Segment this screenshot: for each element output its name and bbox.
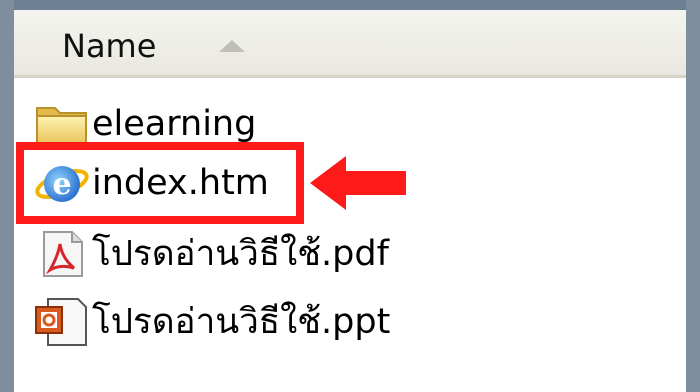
sort-ascending-icon — [219, 40, 245, 52]
file-name-label: โปรดอ่านวิธีใช้.pdf — [92, 234, 389, 274]
window-top-border — [0, 0, 700, 10]
pdf-file-icon — [34, 226, 92, 282]
powerpoint-file-icon — [34, 294, 92, 350]
red-arrow-icon — [310, 156, 406, 210]
column-header-label: Name — [62, 27, 157, 65]
highlight-box — [16, 142, 304, 224]
column-header-name[interactable]: Name — [14, 10, 686, 78]
window-left-border — [0, 0, 14, 392]
file-row-pdf[interactable]: โปรดอ่านวิธีใช้.pdf — [34, 226, 389, 282]
window-right-border — [686, 0, 700, 392]
file-name-label: โปรดอ่านวิธีใช้.ppt — [92, 302, 391, 342]
file-row-ppt[interactable]: โปรดอ่านวิธีใช้.ppt — [34, 294, 390, 350]
